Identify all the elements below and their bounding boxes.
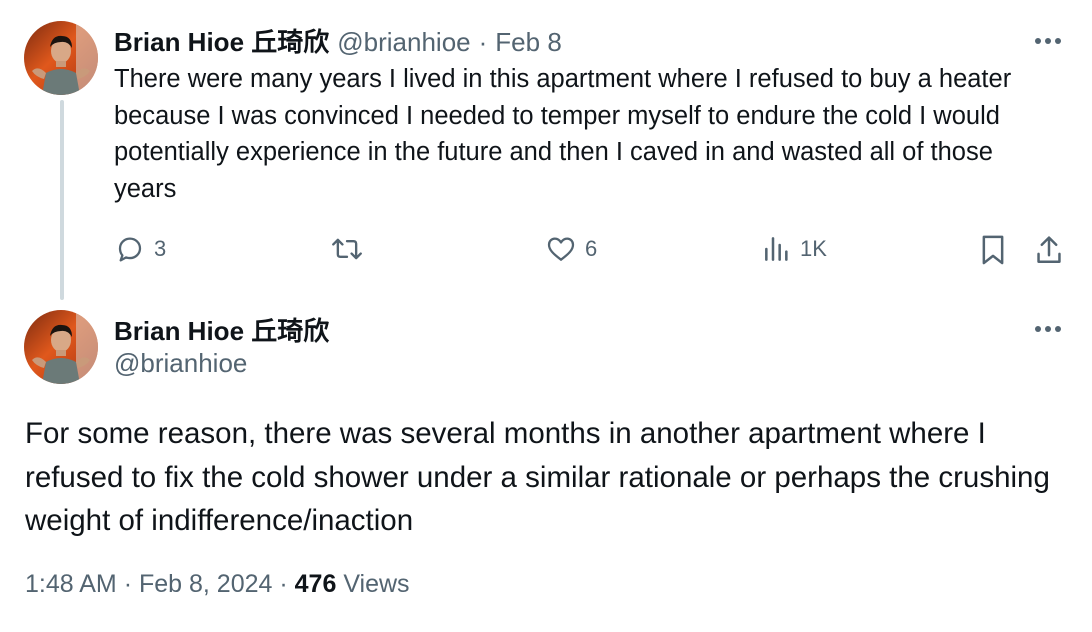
thread-connector xyxy=(60,100,64,300)
retweet-icon xyxy=(332,238,362,260)
more-icon[interactable] xyxy=(1028,26,1068,56)
share-icon xyxy=(1037,236,1061,264)
tweet-date[interactable]: Feb 8 xyxy=(495,27,562,58)
author-handle[interactable]: @brianhioe xyxy=(337,27,470,58)
reply-count: 3 xyxy=(154,236,167,261)
bookmark-icon xyxy=(982,235,1004,265)
share-button[interactable] xyxy=(1034,233,1064,267)
more-icon[interactable] xyxy=(1028,314,1068,344)
avatar-photo xyxy=(24,310,98,384)
views-button[interactable]: 1K xyxy=(762,233,827,265)
views-label: Views xyxy=(343,570,410,598)
like-button[interactable]: 6 xyxy=(545,233,597,265)
author-name[interactable]: Brian Hioe 丘琦欣 xyxy=(114,22,329,59)
tweet-metadata: 1:48 AM · Feb 8, 2024 · 476 Views xyxy=(25,570,410,599)
separator: · xyxy=(123,570,133,598)
reply-icon xyxy=(118,237,142,262)
separator: · xyxy=(279,570,288,598)
tweet-time[interactable]: 1:48 AM xyxy=(25,570,117,598)
separator: · xyxy=(478,27,488,57)
tweet-header: Brian Hioe 丘琦欣 @brianhioe · Feb 8 xyxy=(114,22,562,59)
views-count: 1K xyxy=(800,236,827,261)
reply-button[interactable]: 3 xyxy=(114,233,166,265)
analytics-icon xyxy=(765,237,788,261)
bookmark-button[interactable] xyxy=(978,233,1008,267)
retweet-button[interactable] xyxy=(330,233,372,265)
like-count: 6 xyxy=(585,236,598,261)
tweet-text: There were many years I lived in this ap… xyxy=(114,65,1012,203)
author-name[interactable]: Brian Hioe 丘琦欣 xyxy=(114,311,329,348)
tweet-date[interactable]: Feb 8, 2024 xyxy=(139,570,272,598)
avatar-photo xyxy=(24,21,98,95)
views-count: 476 xyxy=(294,570,337,598)
avatar[interactable] xyxy=(24,21,98,95)
heart-icon xyxy=(547,237,575,261)
tweet-text: For some reason, there was several month… xyxy=(25,417,1050,537)
avatar[interactable] xyxy=(24,310,98,384)
author-handle[interactable]: @brianhioe xyxy=(114,348,247,379)
